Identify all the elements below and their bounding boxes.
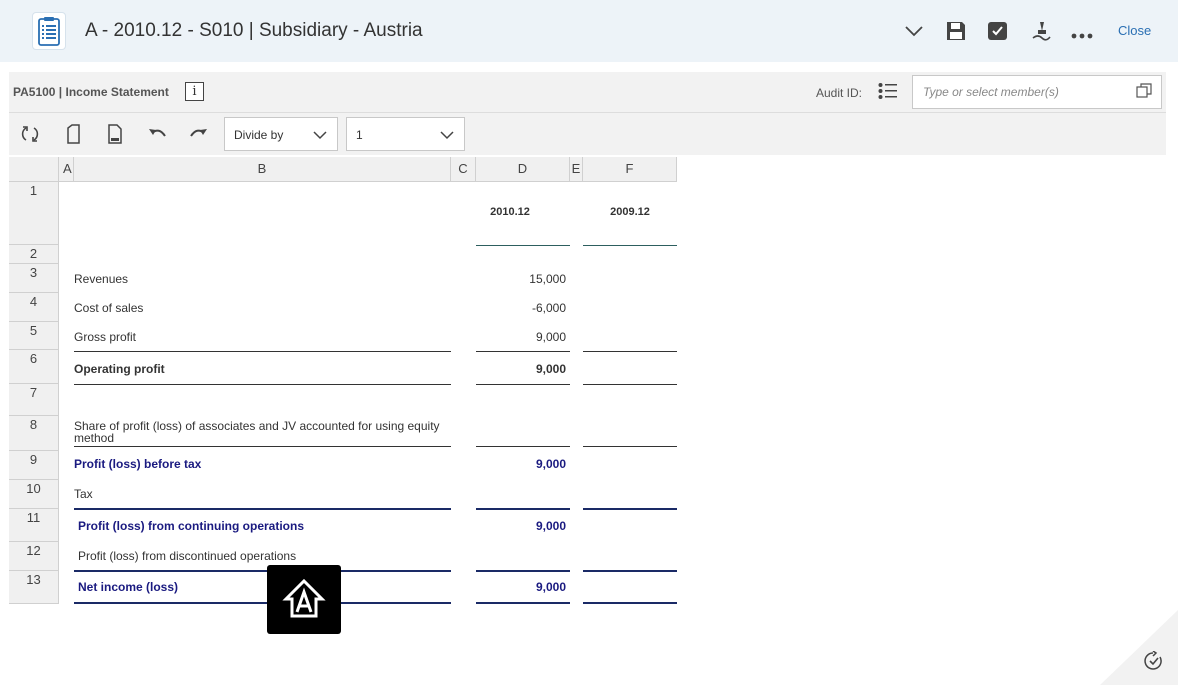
row-label: Net income (loss)	[78, 580, 179, 594]
row-header[interactable]: 1	[9, 182, 59, 245]
page-corner-fold	[1100, 610, 1178, 690]
list-icon[interactable]	[878, 82, 898, 105]
divisor-select[interactable]: 1	[346, 117, 465, 151]
divider	[583, 602, 677, 604]
grid-corner	[9, 157, 59, 182]
column-header-d[interactable]: D	[476, 157, 570, 182]
row-header[interactable]: 13	[9, 571, 59, 604]
divider	[74, 384, 451, 385]
row-header[interactable]: 8	[9, 416, 59, 451]
divider	[583, 351, 677, 352]
column-header-f[interactable]: F	[583, 157, 677, 182]
row-label-continued: method	[74, 431, 115, 445]
divider	[476, 351, 570, 352]
new-page-icon[interactable]	[63, 124, 83, 144]
row-label: Tax	[74, 487, 93, 501]
header-underline	[583, 245, 677, 246]
divisor-value: 1	[356, 128, 363, 142]
column-header-e[interactable]: E	[570, 157, 583, 182]
chevron-down-icon	[313, 129, 327, 143]
page-title: A - 2010.12 - S010 | Subsidiary - Austri…	[85, 20, 423, 41]
form-name: PA5100 | Income Statement	[13, 85, 169, 99]
row-label: Share of profit (loss) of associates and…	[74, 419, 440, 433]
select-members-icon[interactable]	[1136, 83, 1152, 104]
row-label: Operating profit	[74, 362, 165, 376]
document-icon[interactable]	[105, 124, 125, 144]
value-cell[interactable]: 15,000	[476, 272, 566, 286]
row-header[interactable]: 5	[9, 322, 59, 350]
value-cell[interactable]: 9,000	[476, 580, 566, 594]
column-header-a[interactable]: A	[59, 157, 74, 182]
column-header-b[interactable]: B	[74, 157, 451, 182]
divider	[583, 446, 677, 447]
divider	[74, 446, 451, 447]
divider	[476, 602, 570, 604]
check-icon[interactable]	[987, 20, 1009, 42]
sync-status-icon[interactable]	[1144, 650, 1164, 676]
value-cell[interactable]: -6,000	[476, 301, 566, 315]
row-label: Cost of sales	[74, 301, 144, 315]
form-info-bar: PA5100 | Income Statement i Audit ID:	[9, 72, 1166, 113]
row-label: Revenues	[74, 272, 129, 286]
redo-icon[interactable]	[189, 124, 209, 144]
header-underline	[476, 245, 570, 246]
divider	[583, 570, 677, 572]
chevron-down-icon	[440, 129, 454, 143]
divide-by-value: Divide by	[234, 128, 284, 142]
refresh-icon[interactable]	[20, 124, 40, 144]
grid-toolbar: Divide by 1	[9, 113, 1166, 155]
accessibility-badge-icon[interactable]	[267, 565, 341, 634]
value-cell[interactable]: 9,000	[476, 362, 566, 376]
divide-by-select[interactable]: Divide by	[224, 117, 338, 151]
undo-icon[interactable]	[147, 124, 167, 144]
divider	[476, 446, 570, 447]
divider	[74, 508, 451, 510]
row-label: Profit (loss) from continuing operations	[78, 519, 304, 533]
value-cell[interactable]: 9,000	[476, 457, 566, 471]
divider	[476, 384, 570, 385]
clipboard-icon	[33, 13, 65, 49]
row-label: Gross profit	[74, 330, 137, 344]
divider	[583, 384, 677, 385]
divider	[476, 570, 570, 572]
header-bar: A - 2010.12 - S010 | Subsidiary - Austri…	[0, 0, 1178, 62]
row-label: Profit (loss) before tax	[74, 457, 202, 471]
value-cell[interactable]: 9,000	[476, 330, 566, 344]
row-header[interactable]: 3	[9, 264, 59, 293]
divider	[74, 602, 451, 604]
value-cell[interactable]: 9,000	[476, 519, 566, 533]
row-header[interactable]: 10	[9, 480, 59, 509]
member-search-input[interactable]	[912, 75, 1162, 109]
row-header[interactable]: 11	[9, 509, 59, 542]
row-label: Profit (loss) from discontinued operatio…	[78, 549, 297, 563]
more-options-icon[interactable]	[1071, 24, 1093, 46]
sign-stamp-icon[interactable]	[1030, 20, 1052, 42]
period-header-d: 2010.12	[490, 206, 530, 218]
row-header[interactable]: 4	[9, 293, 59, 322]
divider	[74, 570, 451, 572]
divider	[74, 351, 451, 352]
divider	[583, 508, 677, 510]
row-header[interactable]: 7	[9, 384, 59, 416]
divider	[476, 508, 570, 510]
info-icon[interactable]: i	[185, 82, 204, 101]
chevron-down-icon[interactable]	[903, 20, 925, 42]
row-header[interactable]: 6	[9, 350, 59, 384]
row-header[interactable]: 2	[9, 245, 59, 264]
row-header[interactable]: 9	[9, 451, 59, 480]
period-header-f: 2009.12	[610, 206, 650, 218]
row-header[interactable]: 12	[9, 542, 59, 571]
close-button[interactable]: Close	[1118, 23, 1151, 38]
save-icon[interactable]	[945, 20, 967, 42]
column-header-c[interactable]: C	[451, 157, 476, 182]
audit-id-label: Audit ID:	[816, 86, 863, 100]
